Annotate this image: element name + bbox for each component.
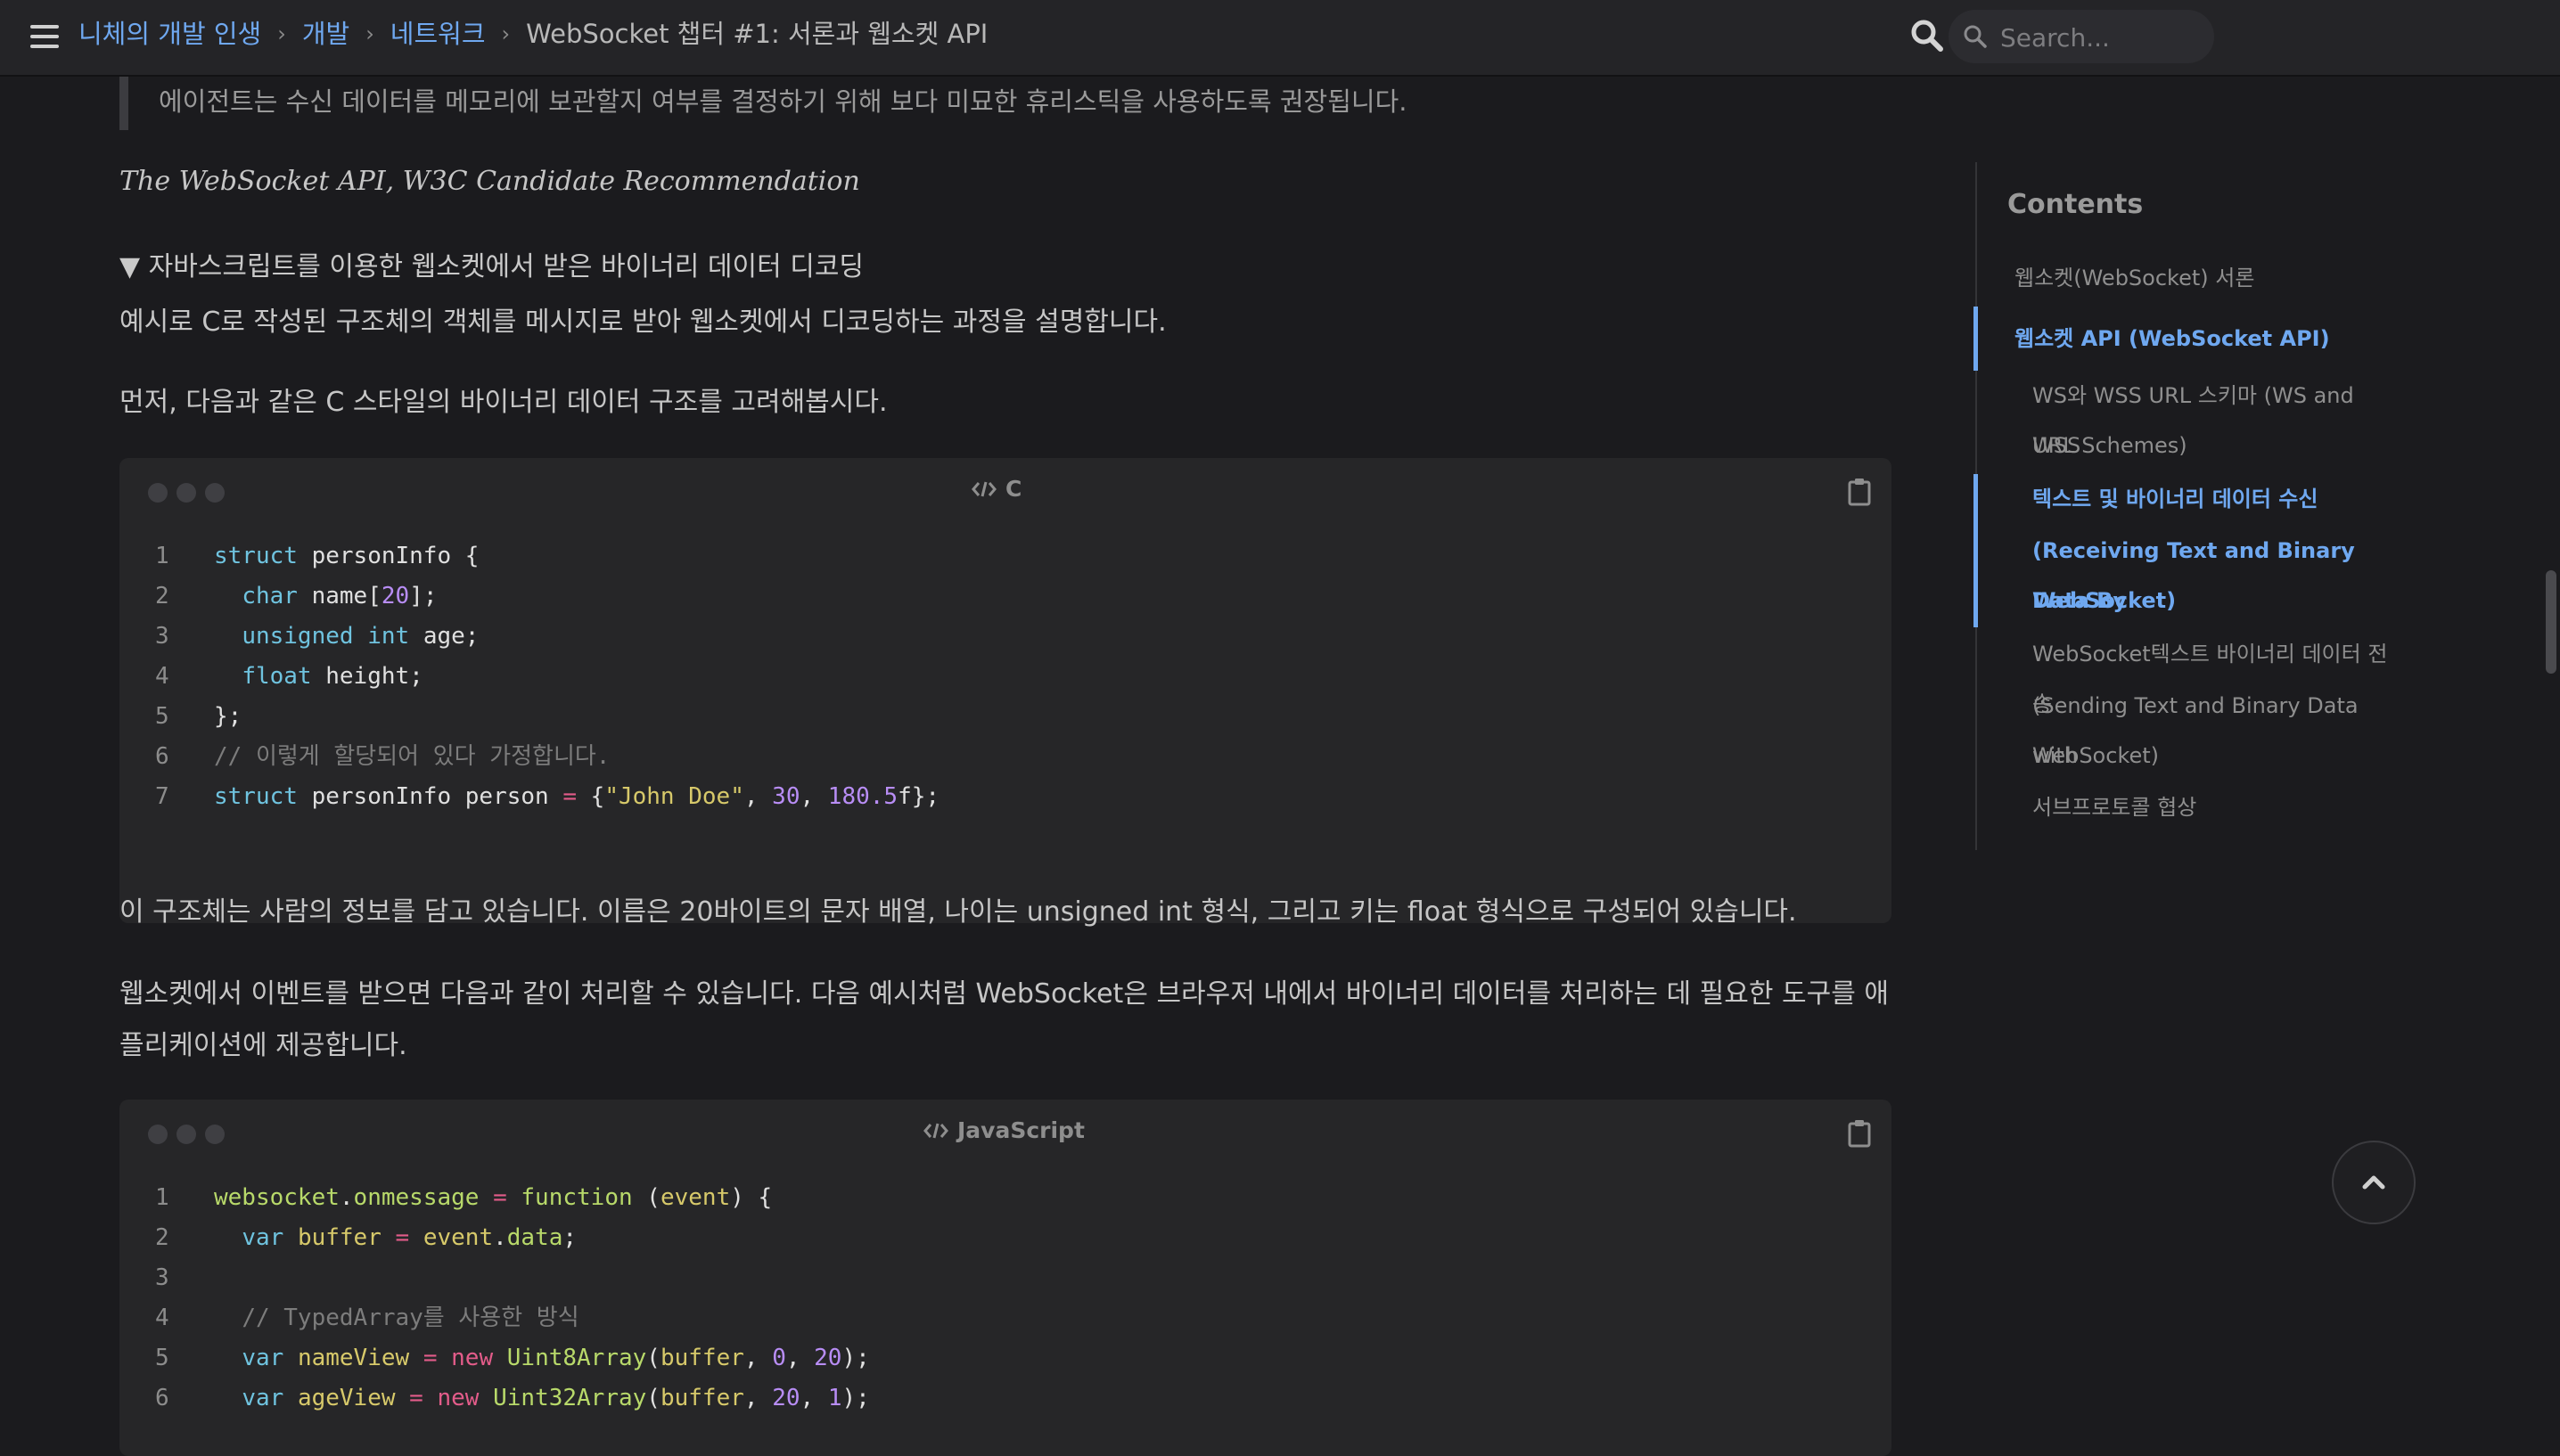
code-line: 2 var buffer = event.data;: [155, 1224, 578, 1251]
clipboard-icon[interactable]: [1847, 1119, 1872, 1148]
breadcrumb-current-page: WebSocket 챕터 #1: 서론과 웹소켓 API: [526, 19, 989, 49]
paragraph: 먼저, 다음과 같은 C 스타일의 바이너리 데이터 구조를 고려해봅시다.: [119, 387, 888, 418]
breadcrumb-blog-link[interactable]: 니체의 개발 인생: [78, 16, 261, 52]
toc-item[interactable]: WebSocket): [2032, 731, 2389, 781]
toc-item-active[interactable]: 웹소켓 API (WebSocket API): [2014, 314, 2371, 364]
clipboard-icon[interactable]: [1847, 478, 1872, 506]
code-language-label: C: [972, 458, 1022, 520]
toc-active-indicator: [1973, 307, 1978, 371]
paragraph: 예시로 C로 작성된 구조체의 객체를 메시지로 받아 웹소켓에서 디코딩하는 …: [119, 307, 1167, 338]
code-language-label: JavaScript: [923, 1100, 1085, 1162]
window-dot: [148, 1125, 168, 1144]
blockquote: 에이전트는 수신 데이터를 메모리에 보관할지 여부를 결정하기 위해 보다 미…: [119, 77, 1884, 130]
search-icon: [1963, 24, 1988, 49]
table-of-contents: Contents 웹소켓(WebSocket) 서론 웹소켓 API (WebS…: [1973, 162, 2387, 850]
code-line: 6// 이렇게 할당되어 있다 가정합니다.: [155, 743, 611, 770]
top-navigation-bar: 니체의 개발 인생 › 개발 › 네트워크 › WebSocket 챕터 #1:…: [0, 0, 2560, 77]
window-dot: [148, 483, 168, 503]
window-dot: [205, 1125, 225, 1144]
code-icon: [972, 481, 997, 497]
code-icon: [923, 1123, 948, 1139]
paragraph: 이 구조체는 사람의 정보를 담고 있습니다. 이름은 20바이트의 문자 배열…: [119, 896, 1797, 928]
code-block-header: JavaScript: [119, 1100, 1891, 1162]
code-line: 5};: [155, 703, 242, 730]
search-icon[interactable]: [1909, 18, 1945, 53]
code-line: 4 float height;: [155, 663, 423, 690]
scroll-to-top-button[interactable]: [2332, 1141, 2416, 1224]
code-line: 4 // TypedArray를 사용한 방식: [155, 1305, 579, 1331]
code-content: 1 struct personInfo { 2 char name[20]; 3 …: [119, 520, 1891, 833]
code-line: 6 var ageView = new Uint32Array(buffer, …: [155, 1385, 870, 1411]
scrollbar-thumb[interactable]: [2546, 570, 2556, 674]
breadcrumb-separator: ›: [501, 21, 511, 46]
code-line: 1 websocket.onmessage = function (event) …: [155, 1184, 773, 1211]
code-line: 1 struct personInfo {: [155, 543, 480, 569]
toc-title: Contents: [2007, 189, 2144, 220]
search-box[interactable]: [1949, 10, 2214, 63]
code-line: 3 unsigned int age;: [155, 623, 480, 650]
toc-item[interactable]: URL Schemes): [2032, 421, 2389, 470]
toc-item[interactable]: 웹소켓(WebSocket) 서론: [2014, 253, 2371, 303]
toc-item-active[interactable]: WebSocket): [2032, 576, 2389, 626]
chevron-up-icon: [2362, 1175, 2385, 1190]
paragraph: 웹소켓에서 이벤트를 받으면 다음과 같이 처리할 수 있습니다. 다음 예시처…: [119, 978, 1889, 1010]
code-content: 1 websocket.onmessage = function (event) …: [119, 1162, 1891, 1435]
breadcrumb: 니체의 개발 인생 › 개발 › 네트워크 › WebSocket 챕터 #1:…: [78, 16, 988, 52]
toc-item[interactable]: 서브프로토콜 협상: [2032, 782, 2389, 832]
breadcrumb-subcategory-link[interactable]: 네트워크: [390, 16, 486, 52]
breadcrumb-category-link[interactable]: 개발: [302, 16, 349, 52]
toc-item-active[interactable]: 텍스트 및 바이너리 데이터 수신: [2032, 474, 2389, 524]
search-input[interactable]: [1998, 19, 2207, 56]
toc-active-indicator: [1973, 474, 1978, 627]
window-dot: [205, 483, 225, 503]
breadcrumb-separator: ›: [365, 21, 374, 46]
menu-icon[interactable]: [30, 23, 61, 50]
details-toggle[interactable]: ▼ 자바스크립트를 이용한 웹소켓에서 받은 바이너리 데이터 디코딩: [119, 244, 864, 283]
code-language-text: JavaScript: [957, 1117, 1085, 1143]
code-block-javascript: JavaScript 1 websocket.onmessage = functi…: [119, 1100, 1891, 1456]
code-line: 7 struct personInfo person = {"John Doe",…: [155, 783, 940, 810]
window-dot: [176, 1125, 196, 1144]
window-dot: [176, 483, 196, 503]
code-line: 3: [155, 1264, 169, 1291]
code-line: 2 char name[20];: [155, 583, 438, 609]
code-line: 5 var nameView = new Uint8Array(buffer, …: [155, 1345, 870, 1371]
code-language-text: C: [1005, 476, 1022, 502]
citation: The WebSocket API, W3C Candidate Recomme…: [119, 166, 860, 197]
code-block-c: C 1 struct personInfo { 2 char name[20]; …: [119, 458, 1891, 923]
paragraph: 플리케이션에 제공합니다.: [119, 1030, 407, 1061]
code-block-header: C: [119, 458, 1891, 520]
breadcrumb-separator: ›: [277, 21, 286, 46]
